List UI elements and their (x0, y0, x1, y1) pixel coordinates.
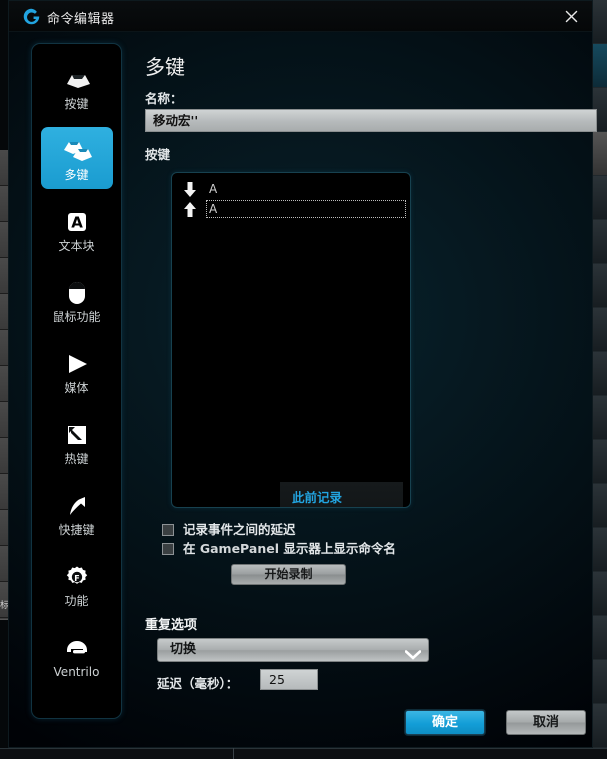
sidebar-item-mouse-function[interactable]: 鼠标功能 (41, 269, 113, 331)
main-panel: 多键 名称： 移动宏'' 按键 A A (134, 41, 582, 737)
sidebar-item-shortcut[interactable]: 快捷键 (41, 482, 113, 544)
background-taskbar (0, 748, 607, 759)
close-icon[interactable] (560, 5, 584, 27)
checkbox-label: 记录事件之间的延迟 (183, 522, 296, 537)
list-item[interactable]: A (182, 180, 410, 200)
command-editor-dialog: 命令编辑器 按键 (8, 0, 593, 748)
key-label: A (209, 182, 217, 196)
repeat-options-title: 重复选项 (145, 614, 197, 633)
mouse-icon (67, 278, 87, 308)
logitech-g-logo-icon (22, 7, 41, 26)
repeat-mode-select[interactable]: 切换 (157, 638, 429, 662)
key-label: A (209, 202, 217, 216)
arrow-up-icon (182, 201, 198, 222)
svg-text:F: F (74, 574, 79, 583)
start-recording-button[interactable]: 开始录制 (231, 564, 346, 585)
sidebar-item-label: 媒体 (64, 382, 88, 394)
checkbox-box[interactable] (162, 524, 174, 536)
sidebar-item-label: 文本块 (58, 240, 94, 252)
sidebar-item-label: 快捷键 (58, 524, 94, 536)
name-input[interactable]: 移动宏'' (145, 109, 597, 132)
context-menu[interactable]: 此前记录 此后记录 插入延迟 插入鼠标事件 编辑... 删除 (279, 481, 404, 508)
checkbox-show-on-gamepanel[interactable]: 在 GamePanel 显示器上显示命令名 (162, 538, 396, 557)
sidebar-item-single-key[interactable]: 按键 (41, 56, 113, 118)
key-event-list[interactable]: A A 此前记录 此后记录 插入延迟 (171, 172, 411, 508)
sidebar-item-multi-key[interactable]: 多键 (41, 127, 113, 189)
name-label: 名称： (145, 88, 183, 107)
sidebar-item-label: Ventrilo (54, 666, 100, 678)
sidebar-item-label: 按键 (64, 98, 88, 110)
list-item[interactable]: A (182, 200, 410, 220)
sidebar-item-label: 多键 (64, 169, 88, 181)
sidebar-item-text-block[interactable]: A 文本块 (41, 198, 113, 260)
window-title: 命令编辑器 (47, 8, 115, 27)
sidebar: 按键 多键 A 文本块 (31, 43, 122, 719)
text-block-icon: A (65, 207, 89, 237)
checkbox-box[interactable] (162, 543, 174, 555)
checkbox-record-delays[interactable]: 记录事件之间的延迟 (162, 519, 296, 538)
checkbox-label-brand: GamePanel (200, 541, 279, 556)
sidebar-item-ventrilo[interactable]: Ventrilo (41, 624, 113, 686)
sidebar-item-label: 功能 (64, 595, 88, 607)
shortcut-arrow-icon (65, 491, 89, 521)
checkbox-label-prefix: 在 (183, 541, 200, 556)
keys-label: 按键 (145, 144, 170, 163)
multi-key-icon (60, 136, 94, 166)
sidebar-item-media[interactable]: 媒体 (41, 340, 113, 402)
sidebar-item-label: 热键 (64, 453, 88, 465)
sidebar-item-label: 鼠标功能 (52, 311, 100, 323)
ok-button[interactable]: 确定 (405, 710, 485, 735)
cancel-button[interactable]: 取消 (506, 710, 586, 735)
background-taskbar-divider (233, 748, 234, 759)
function-gear-icon: F (65, 562, 89, 592)
selection-outline (206, 200, 406, 218)
single-key-icon (61, 65, 93, 95)
page-title: 多键 (145, 51, 185, 80)
svg-text:A: A (71, 213, 83, 231)
hotkey-icon (65, 420, 89, 450)
titlebar: 命令编辑器 (9, 1, 592, 32)
sidebar-item-hotkey[interactable]: 热键 (41, 411, 113, 473)
delay-label: 延迟（毫秒）： (157, 673, 238, 692)
repeat-mode-value: 切换 (170, 642, 196, 657)
menu-item-record-before[interactable]: 此前记录 (280, 487, 403, 508)
arrow-down-icon (182, 181, 198, 202)
chevron-down-icon (405, 646, 416, 652)
headset-icon (64, 633, 90, 663)
play-icon (64, 349, 90, 379)
checkbox-label-suffix: 显示器上显示命令名 (279, 541, 396, 556)
delay-input[interactable]: 25 (260, 669, 318, 690)
sidebar-item-function[interactable]: F 功能 (41, 553, 113, 615)
